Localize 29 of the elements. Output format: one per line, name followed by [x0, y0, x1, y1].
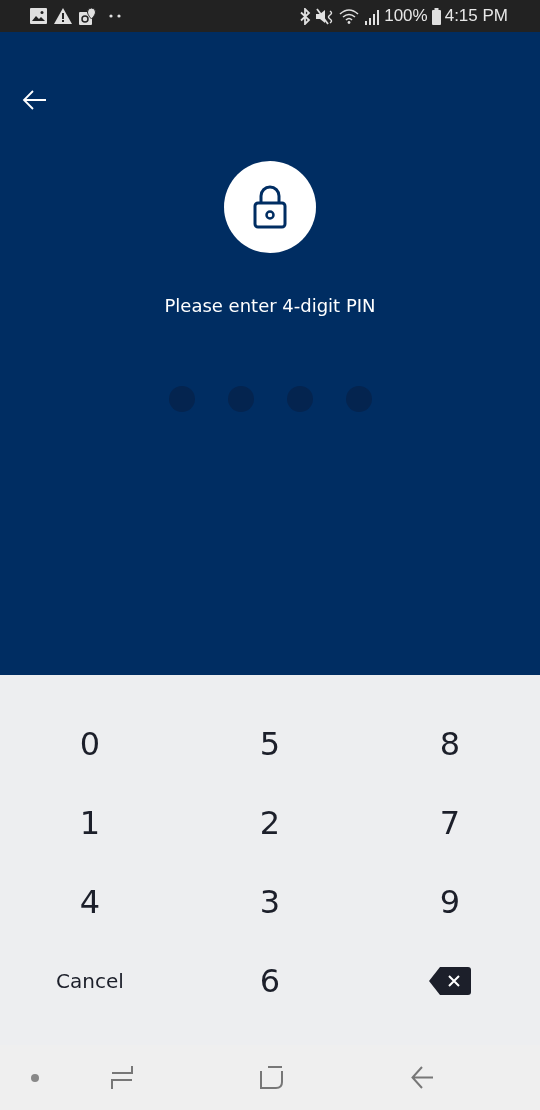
battery-icon: [431, 7, 441, 25]
clock-time: 4:15 PM: [444, 6, 508, 26]
wifi-icon: [339, 8, 361, 24]
digit-key[interactable]: 5: [249, 720, 291, 767]
home-icon[interactable]: [260, 1066, 283, 1089]
dot-icon[interactable]: [31, 1073, 39, 1082]
backspace-button[interactable]: [429, 966, 471, 995]
back-icon[interactable]: [411, 1066, 434, 1089]
digit-key[interactable]: 7: [429, 799, 471, 846]
digit-key[interactable]: 0: [69, 720, 111, 767]
digit-key[interactable]: 1: [69, 799, 111, 846]
digit-key[interactable]: 8: [429, 720, 471, 767]
pin-prompt: Please enter 4-digit PIN: [164, 295, 376, 316]
cancel-button[interactable]: Cancel: [46, 964, 134, 997]
recent-apps-icon[interactable]: [111, 1066, 133, 1089]
battery-percent: 100%: [384, 6, 428, 26]
digit-key[interactable]: 2: [249, 799, 291, 846]
map-pin-icon: [79, 7, 96, 25]
digit-key[interactable]: 9: [429, 878, 471, 925]
warning-icon: [54, 8, 72, 24]
lock-icon: [253, 185, 287, 229]
bluetooth-icon: [300, 7, 312, 25]
signal-icon: [364, 7, 381, 25]
digit-key[interactable]: 3: [249, 878, 291, 925]
digit-key[interactable]: 6: [249, 957, 291, 1004]
digit-key[interactable]: 4: [69, 878, 111, 925]
dots-icon: [109, 14, 121, 18]
image-icon: [30, 8, 47, 24]
back-button[interactable]: [22, 90, 47, 110]
